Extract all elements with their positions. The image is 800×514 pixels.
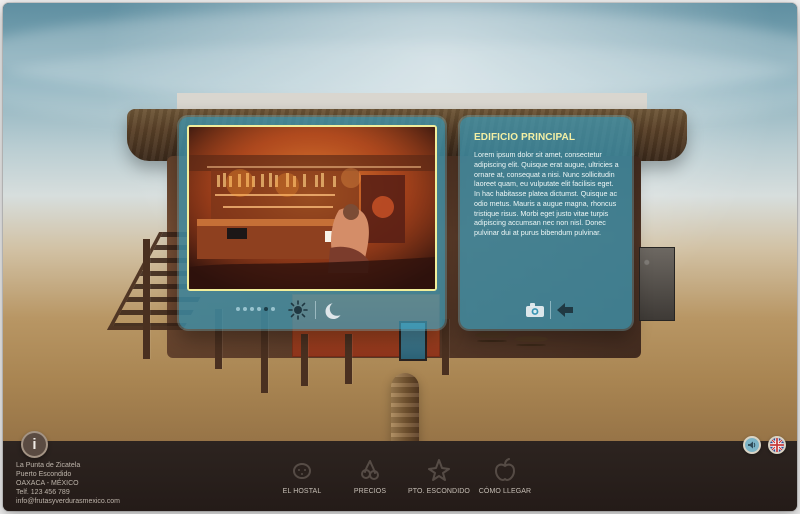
cherries-icon <box>359 458 381 482</box>
nav-label: CÓMO LLEGAR <box>478 488 532 495</box>
support-post <box>345 334 352 384</box>
city-line: Puerto Escondido <box>16 471 72 479</box>
starfruit-icon <box>428 458 450 482</box>
control-divider <box>550 301 551 319</box>
gallery-dot[interactable] <box>250 307 254 311</box>
background-scene: EDIFICIO PRINCIPAL Lorem ipsum dolor sit… <box>3 3 797 483</box>
contact-info: La Punta de Zicatela Puerto Escondido OA… <box>16 461 120 506</box>
decorative-panel <box>639 247 675 321</box>
phone-line: Telf. 123 456 789 <box>16 489 70 497</box>
info-button[interactable]: i <box>21 431 48 458</box>
panel-title: EDIFICIO PRINCIPAL <box>474 132 576 143</box>
gallery-dot[interactable] <box>243 307 247 311</box>
gallery-dot[interactable] <box>257 307 261 311</box>
gallery-dot-active[interactable] <box>264 307 268 311</box>
gallery-dot[interactable] <box>271 307 275 311</box>
camera-icon[interactable] <box>524 299 546 321</box>
description-controls <box>460 291 632 329</box>
photo-controls <box>179 291 445 329</box>
sun-icon[interactable] <box>287 299 309 321</box>
nav-label: PRECIOS <box>353 488 387 495</box>
volume-icon[interactable] <box>743 436 761 454</box>
nav-item-como-llegar[interactable]: CÓMO LLEGAR <box>465 458 545 495</box>
bar-photo <box>189 127 435 289</box>
gallery-pager <box>236 307 275 311</box>
address-line: La Punta de Zicatela <box>16 462 81 469</box>
panel-description: Lorem ipsum dolor sit amet, consectetur … <box>474 150 619 238</box>
email-link[interactable]: info@frutasyverdurasmexico.com <box>16 497 120 506</box>
photo-viewer[interactable] <box>187 125 437 291</box>
coconut-icon <box>291 458 313 482</box>
uk-flag-icon[interactable] <box>768 436 786 454</box>
region-line: OAXACA - MÉXICO <box>16 480 79 488</box>
apple-icon <box>494 458 516 482</box>
support-post <box>301 334 308 386</box>
support-post <box>143 239 150 359</box>
photo-panel <box>179 117 445 329</box>
app-window: EDIFICIO PRINCIPAL Lorem ipsum dolor sit… <box>3 3 797 511</box>
nav-item-precios[interactable]: PRECIOS <box>330 458 410 495</box>
table-icon <box>514 336 548 342</box>
table-icon <box>475 332 509 338</box>
description-panel: EDIFICIO PRINCIPAL Lorem ipsum dolor sit… <box>460 117 632 329</box>
arrow-left-icon[interactable] <box>554 299 576 321</box>
control-divider <box>315 301 316 319</box>
moon-icon[interactable] <box>322 299 344 321</box>
gallery-dot[interactable] <box>236 307 240 311</box>
